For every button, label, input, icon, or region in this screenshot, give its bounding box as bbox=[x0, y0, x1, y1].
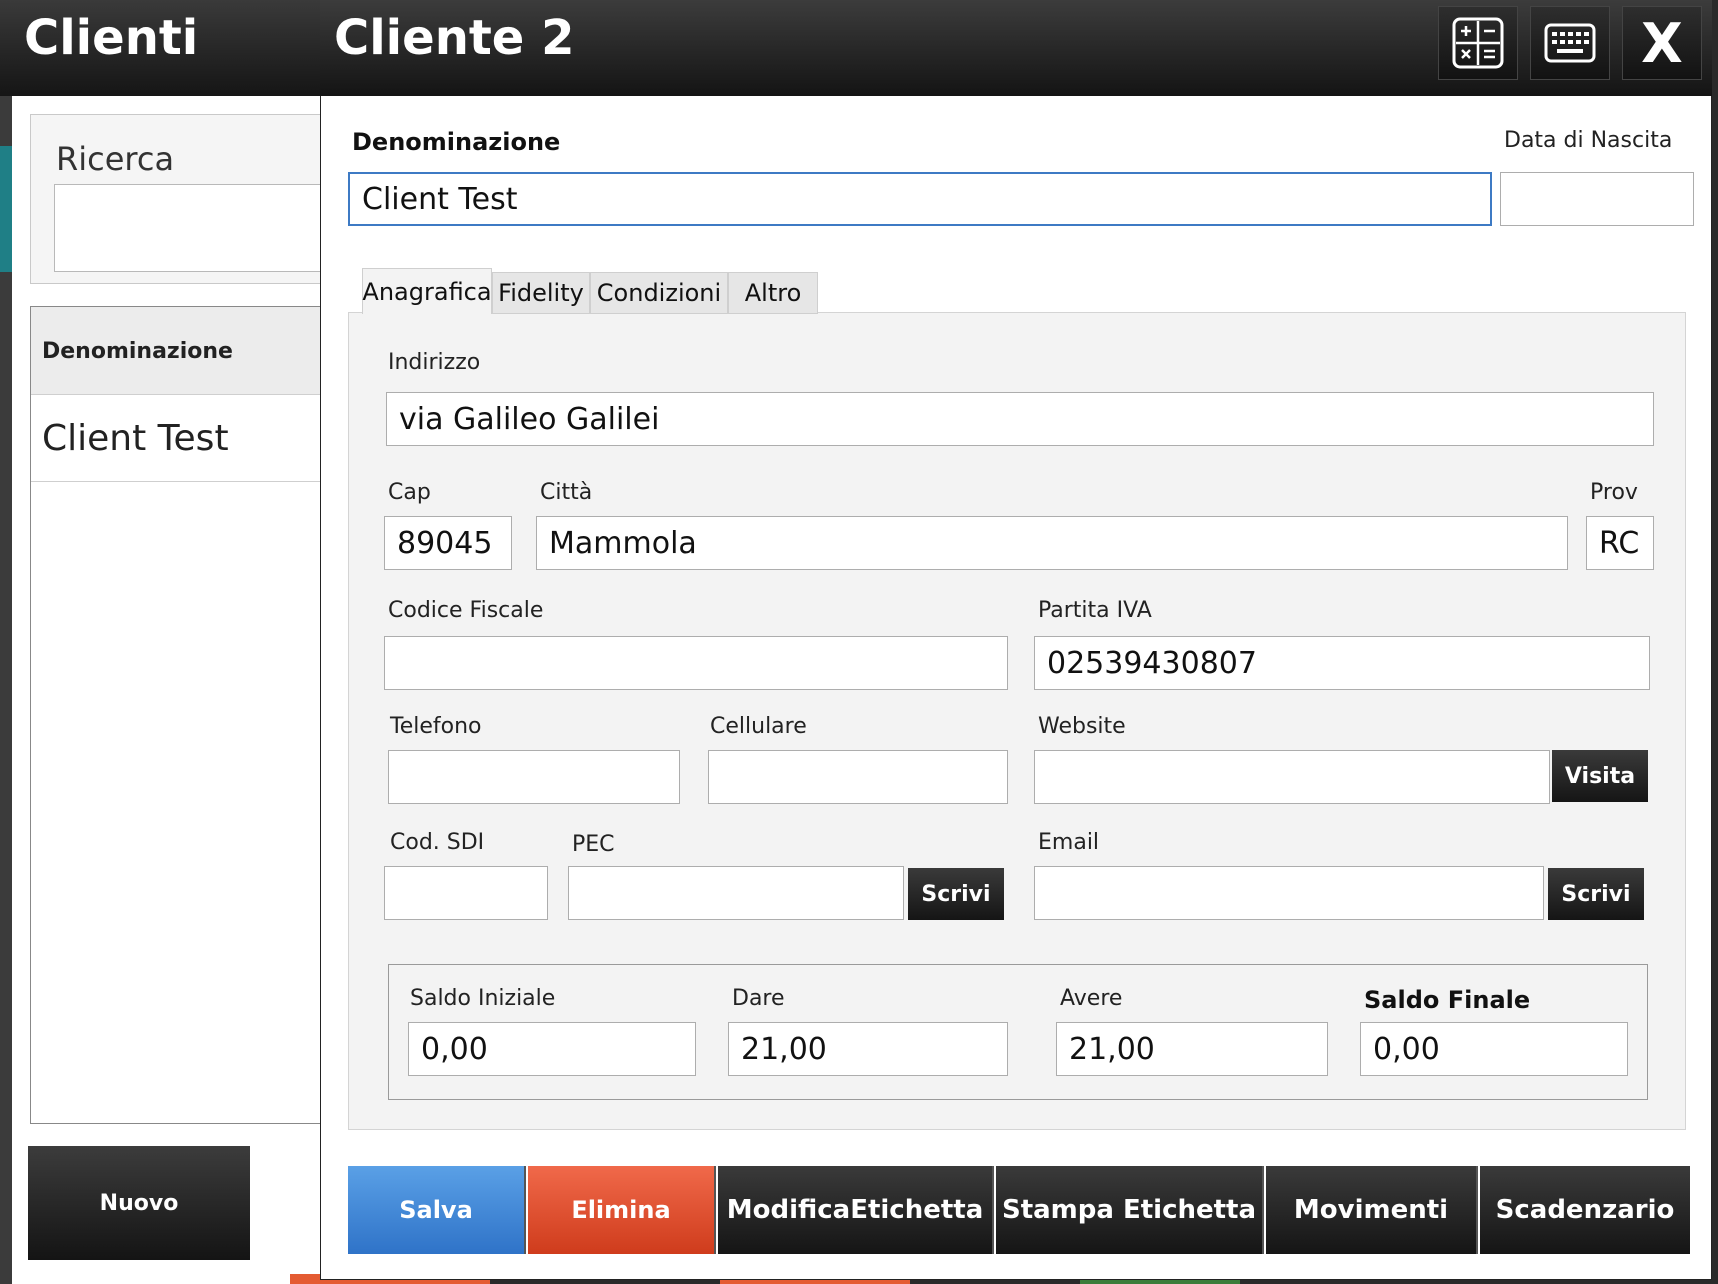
list-item-label: Client Test bbox=[42, 418, 229, 459]
denominazione-field[interactable]: Client Test bbox=[348, 172, 1492, 226]
close-button[interactable]: X bbox=[1622, 6, 1702, 80]
telefono-label: Telefono bbox=[390, 714, 482, 739]
elimina-button[interactable]: Elimina bbox=[528, 1166, 716, 1254]
calculator-icon bbox=[1452, 17, 1504, 69]
modifica-etichetta-button[interactable]: ModificaEtichetta bbox=[718, 1166, 994, 1254]
list-header-denominazione: Denominazione bbox=[42, 339, 233, 364]
dialog-title: Cliente 2 bbox=[334, 10, 575, 66]
search-label: Ricerca bbox=[56, 140, 175, 178]
accent-strip bbox=[0, 146, 12, 272]
cod-sdi-label: Cod. SDI bbox=[390, 830, 485, 855]
keyboard-icon bbox=[1544, 23, 1596, 63]
calculator-button[interactable] bbox=[1438, 6, 1518, 80]
tab-anagrafica[interactable]: Anagrafica bbox=[362, 268, 492, 314]
website-field[interactable] bbox=[1034, 750, 1550, 804]
avere-field[interactable]: 21,00 bbox=[1056, 1022, 1328, 1076]
visita-button[interactable]: Visita bbox=[1552, 750, 1648, 802]
data-nascita-field[interactable] bbox=[1500, 172, 1694, 226]
prov-label: Prov bbox=[1590, 480, 1638, 505]
dare-field[interactable]: 21,00 bbox=[728, 1022, 1008, 1076]
partita-iva-field[interactable]: 02539430807 bbox=[1034, 636, 1650, 690]
clienti-title: Clienti bbox=[24, 10, 199, 66]
denominazione-label: Denominazione bbox=[352, 128, 561, 156]
cellulare-label: Cellulare bbox=[710, 714, 807, 739]
telefono-field[interactable] bbox=[388, 750, 680, 804]
pec-field[interactable] bbox=[568, 866, 904, 920]
cod-sdi-field[interactable] bbox=[384, 866, 548, 920]
movimenti-button[interactable]: Movimenti bbox=[1266, 1166, 1478, 1254]
search-input[interactable] bbox=[54, 184, 330, 272]
saldo-iniziale-field[interactable]: 0,00 bbox=[408, 1022, 696, 1076]
scadenzario-button[interactable]: Scadenzario bbox=[1480, 1166, 1690, 1254]
citta-label: Città bbox=[540, 480, 593, 505]
nuovo-button[interactable]: Nuovo bbox=[28, 1146, 250, 1260]
citta-field[interactable]: Mammola bbox=[536, 516, 1568, 570]
tab-altro[interactable]: Altro bbox=[728, 272, 818, 314]
prov-field[interactable]: RC bbox=[1586, 516, 1654, 570]
pec-scrivi-button[interactable]: Scrivi bbox=[908, 868, 1004, 920]
cap-field[interactable]: 89045 bbox=[384, 516, 512, 570]
data-nascita-label: Data di Nascita bbox=[1504, 128, 1673, 153]
partita-iva-label: Partita IVA bbox=[1038, 598, 1152, 623]
salva-button[interactable]: Salva bbox=[348, 1166, 526, 1254]
website-label: Website bbox=[1038, 714, 1126, 739]
left-edge-strip bbox=[0, 96, 12, 1284]
email-scrivi-button[interactable]: Scrivi bbox=[1548, 868, 1644, 920]
email-field[interactable] bbox=[1034, 866, 1544, 920]
codice-fiscale-field[interactable] bbox=[384, 636, 1008, 690]
stampa-etichetta-button[interactable]: Stampa Etichetta bbox=[996, 1166, 1264, 1254]
avere-label: Avere bbox=[1060, 986, 1123, 1011]
indirizzo-field[interactable]: via Galileo Galilei bbox=[386, 392, 1654, 446]
codice-fiscale-label: Codice Fiscale bbox=[388, 598, 544, 623]
dare-label: Dare bbox=[732, 986, 785, 1011]
cellulare-field[interactable] bbox=[708, 750, 1008, 804]
pec-label: PEC bbox=[572, 832, 615, 857]
tab-fidelity[interactable]: Fidelity bbox=[492, 272, 590, 314]
saldo-finale-label: Saldo Finale bbox=[1364, 986, 1531, 1014]
saldo-finale-field[interactable]: 0,00 bbox=[1360, 1022, 1628, 1076]
cap-label: Cap bbox=[388, 480, 431, 505]
keyboard-button[interactable] bbox=[1530, 6, 1610, 80]
email-label: Email bbox=[1038, 830, 1100, 855]
saldo-iniziale-label: Saldo Iniziale bbox=[410, 986, 556, 1011]
indirizzo-label: Indirizzo bbox=[388, 350, 481, 375]
tab-condizioni[interactable]: Condizioni bbox=[590, 272, 728, 314]
